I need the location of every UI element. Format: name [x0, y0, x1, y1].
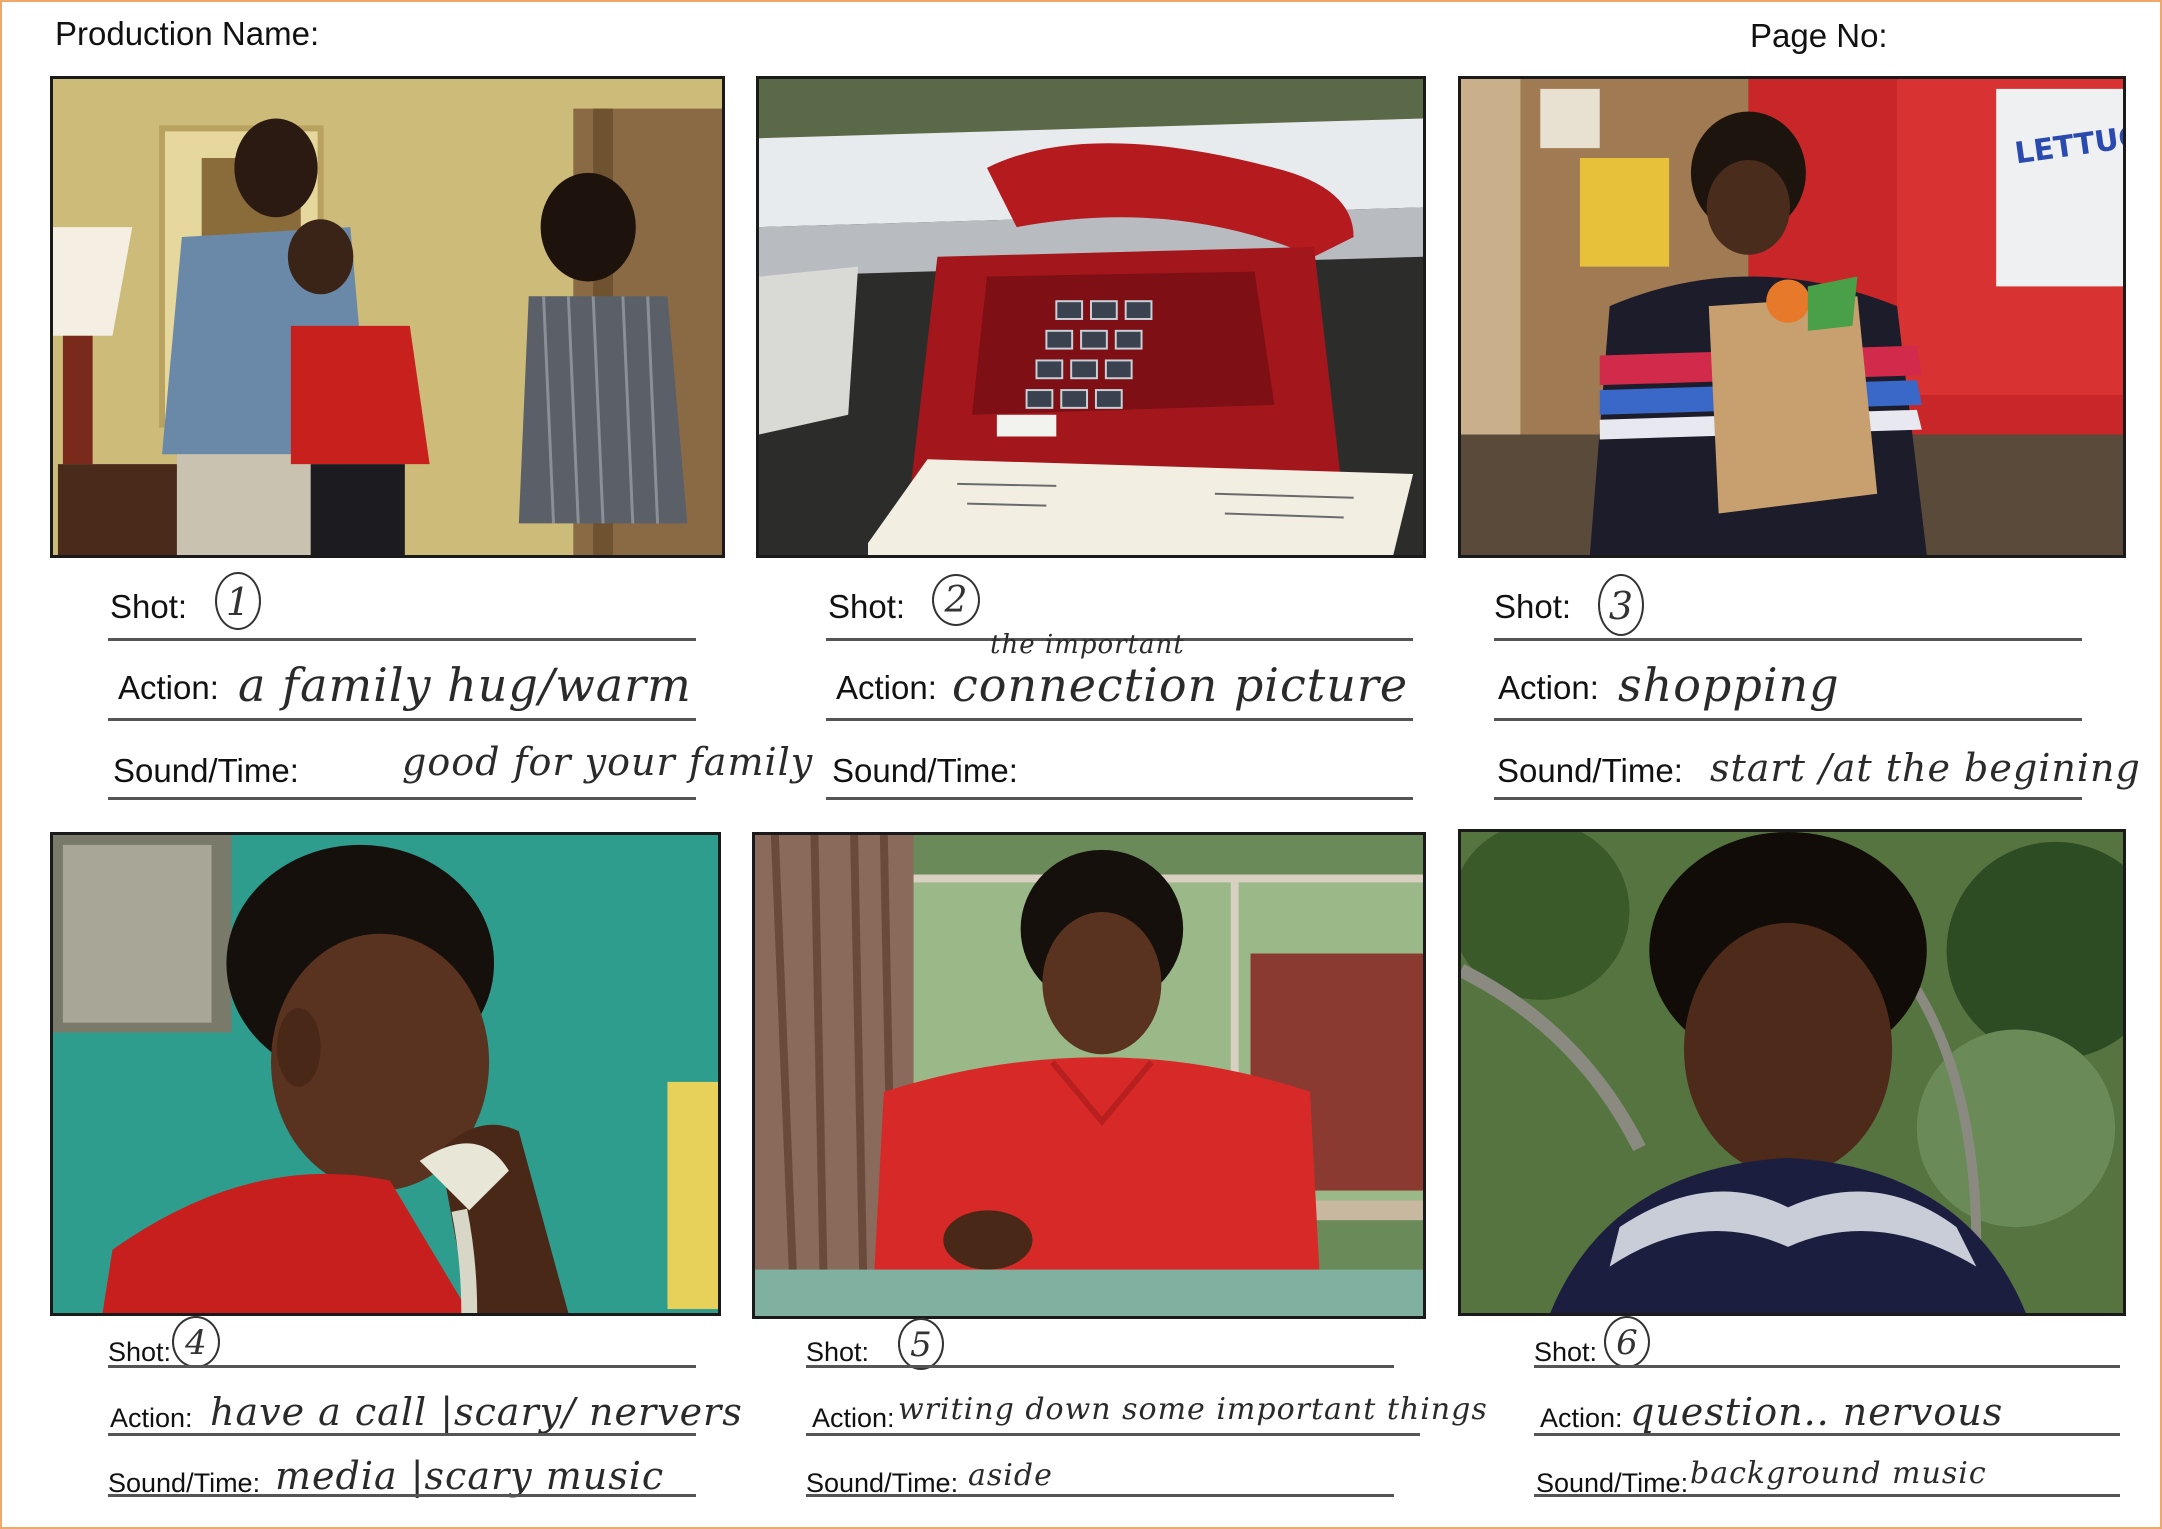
shot-3-number: 3 [1598, 574, 1644, 636]
page-no-label: Page No: [1750, 17, 1888, 54]
shot-6-number: 6 [1604, 1316, 1650, 1368]
shot-6-sound-rule [1534, 1494, 2120, 1497]
shot-1-shot-rule [108, 638, 696, 641]
shot-2-image [756, 76, 1426, 558]
shot-2-action-label: Action: [836, 669, 937, 706]
shot-2-action-value[interactable]: connection picture [952, 658, 1408, 712]
shot-6-action-value[interactable]: question.. nervous [1630, 1390, 2003, 1434]
shot-2-action-note[interactable]: the important [990, 630, 1185, 660]
shot-5-shot-label: Shot: [806, 1337, 870, 1367]
shot-3-action-rule [1494, 718, 2082, 721]
shot-4-shot-rule [108, 1365, 696, 1368]
shot-3-shot-rule [1494, 638, 2082, 641]
shot-4-image [50, 832, 721, 1316]
shot-1-image [50, 76, 725, 558]
shot-3-image: LETTUCE [1458, 76, 2126, 558]
shot-3-sound-label: Sound/Time: [1497, 752, 1683, 789]
shot-2-sound-label: Sound/Time: [832, 752, 1018, 789]
shot-1-sound-value[interactable]: good for your family [402, 740, 813, 784]
production-name-label: Production Name: [55, 15, 320, 52]
shot-6-shot-label: Shot: [1534, 1337, 1598, 1367]
shot-5-action-value[interactable]: writing down some important things [898, 1392, 1488, 1427]
shot-6-action-rule [1534, 1433, 2120, 1436]
shot-1-sound-rule [108, 797, 696, 800]
shot-1-action-label: Action: [118, 669, 219, 706]
shot-3-shot-label: Shot: [1494, 588, 1572, 625]
shot-3-action-value[interactable]: shopping [1618, 658, 1840, 712]
shot-6-shot-rule [1534, 1365, 2120, 1368]
shot-6-image [1458, 829, 2126, 1316]
shot-1-action-rule [108, 718, 696, 721]
shot-5-sound-rule [806, 1494, 1394, 1497]
shot-4-action-value[interactable]: have a call |scary/ nervers [210, 1390, 743, 1434]
shot-5-shot-rule [806, 1365, 1394, 1368]
shot-2-number: 2 [932, 574, 980, 626]
shot-2-action-rule [826, 718, 1413, 721]
shot-3-sound-value[interactable]: start /at the begining [1710, 746, 2141, 790]
shot-4-sound-value[interactable]: media |scary music [275, 1454, 664, 1498]
shot-3-sound-rule [1494, 797, 2082, 800]
shot-5-sound-value[interactable]: aside [968, 1458, 1053, 1493]
shot-3-action-label: Action: [1498, 669, 1599, 706]
shot-5-action-rule [806, 1433, 1420, 1436]
shot-4-action-label: Action: [110, 1403, 193, 1433]
shot-1-number: 1 [215, 572, 261, 630]
shot-4-shot-label: Shot: [108, 1337, 172, 1367]
shot-4-number: 4 [172, 1316, 220, 1368]
shot-2-sound-rule [826, 797, 1413, 800]
shot-1-sound-label: Sound/Time: [113, 752, 299, 789]
shot-4-action-rule [108, 1433, 696, 1436]
shot-6-sound-value[interactable]: background music [1690, 1456, 1987, 1491]
shot-5-action-label: Action: [812, 1403, 895, 1433]
shot-5-number: 5 [898, 1318, 944, 1370]
shot-6-action-label: Action: [1540, 1403, 1623, 1433]
shot-5-image [752, 832, 1426, 1319]
shot-1-action-value[interactable]: a family hug/warm [238, 658, 692, 712]
shot-4-sound-rule [108, 1494, 696, 1497]
shot-1-shot-label: Shot: [110, 588, 188, 625]
shot-2-shot-label: Shot: [828, 588, 906, 625]
